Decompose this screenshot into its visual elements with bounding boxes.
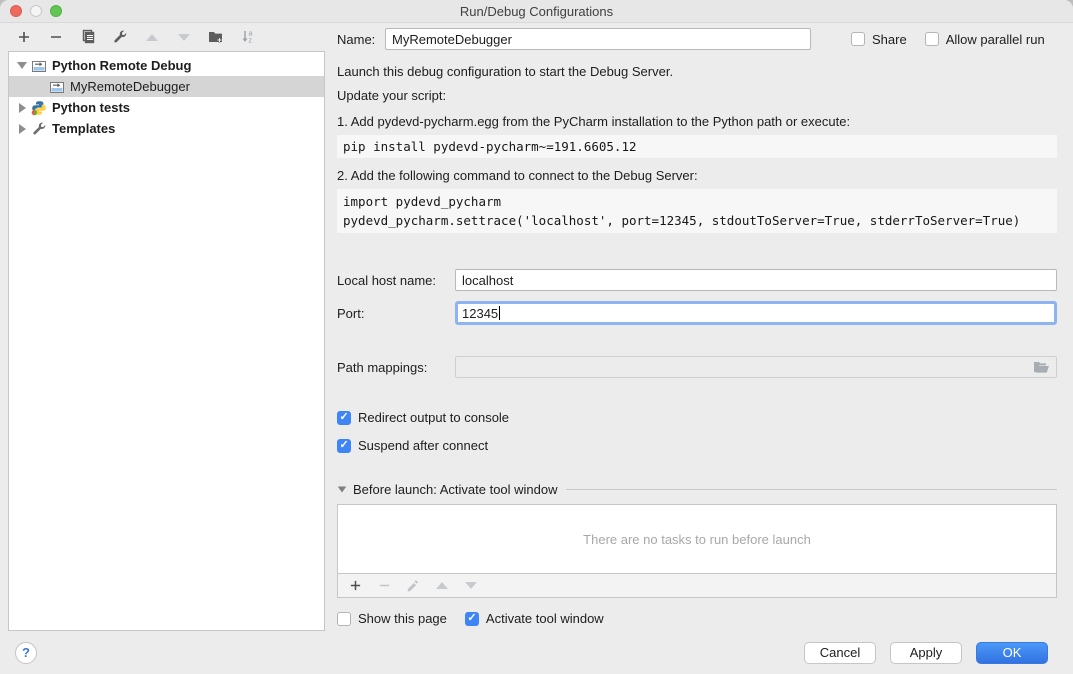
- local-host-row: Local host name: localhost: [337, 269, 1057, 291]
- configuration-editor: Name: MyRemoteDebugger Share Allow paral…: [325, 23, 1073, 631]
- suspend-after-connect-label: Suspend after connect: [358, 438, 488, 453]
- title-bar: Run/Debug Configurations: [0, 0, 1073, 23]
- edit-icon[interactable]: [112, 29, 128, 45]
- tree-item-templates[interactable]: Templates: [9, 118, 324, 139]
- remote-debug-icon: [31, 58, 47, 74]
- move-up-icon: [144, 29, 160, 45]
- sort-alphabetically-icon[interactable]: a z: [240, 29, 256, 45]
- remove-icon: [376, 578, 392, 594]
- path-mappings-label: Path mappings:: [337, 360, 455, 375]
- settrace-code-line1: import pydevd_pycharm: [343, 192, 1051, 211]
- local-host-label: Local host name:: [337, 273, 455, 288]
- port-input[interactable]: 12345: [455, 301, 1057, 325]
- close-button[interactable]: [10, 5, 22, 17]
- remote-debug-icon: [49, 79, 65, 95]
- share-label: Share: [872, 32, 907, 47]
- dialog-body: a z Python Remote Debug: [0, 23, 1073, 631]
- chevron-right-icon[interactable]: [13, 124, 31, 134]
- settrace-code-line2: pydevd_pycharm.settrace('localhost', por…: [343, 211, 1051, 230]
- remove-icon[interactable]: [48, 29, 64, 45]
- step1-text: 1. Add pydevd-pycharm.egg from the PyCha…: [337, 114, 1057, 129]
- pip-install-code: pip install pydevd-pycharm~=191.6605.12: [337, 135, 1057, 158]
- allow-parallel-run-label: Allow parallel run: [946, 32, 1045, 47]
- add-icon[interactable]: [16, 29, 32, 45]
- cancel-button[interactable]: Cancel: [804, 642, 876, 664]
- copy-icon[interactable]: [80, 29, 96, 45]
- tree-item-python-tests[interactable]: Python tests: [9, 97, 324, 118]
- redirect-output-row: Redirect output to console: [337, 410, 1057, 425]
- tree-item-myremotedebugger[interactable]: MyRemoteDebugger: [9, 76, 324, 97]
- zoom-button[interactable]: [50, 5, 62, 17]
- before-launch-title: Before launch: Activate tool window: [353, 482, 558, 497]
- suspend-row: Suspend after connect: [337, 438, 1057, 453]
- collapse-icon[interactable]: [338, 487, 347, 493]
- redirect-output-label: Redirect output to console: [358, 410, 509, 425]
- chevron-down-icon[interactable]: [13, 62, 31, 69]
- show-this-page-label: Show this page: [358, 611, 447, 626]
- port-label: Port:: [337, 306, 455, 321]
- path-mappings-input[interactable]: [455, 356, 1057, 378]
- allow-parallel-run-checkbox[interactable]: [925, 32, 939, 46]
- apply-button[interactable]: Apply: [890, 642, 962, 664]
- dialog-footer: ? Cancel Apply OK: [0, 631, 1073, 674]
- folder-icon[interactable]: [1033, 361, 1050, 374]
- tree-item-label: Python tests: [52, 100, 130, 115]
- before-launch-tasks-panel: There are no tasks to run before launch: [337, 504, 1057, 598]
- suspend-after-connect-checkbox[interactable]: [337, 439, 351, 453]
- empty-tasks-message: There are no tasks to run before launch: [338, 505, 1056, 573]
- run-debug-configurations-dialog: Run/Debug Configurations: [0, 0, 1073, 674]
- intro-text: Launch this debug configuration to start…: [337, 64, 1057, 79]
- chevron-right-icon[interactable]: [13, 103, 31, 113]
- move-down-icon: [463, 578, 479, 594]
- configurations-toolbar: a z: [8, 23, 325, 51]
- activate-tool-window-label: Activate tool window: [486, 611, 604, 626]
- tasks-toolbar: [338, 573, 1056, 597]
- step2-text: 2. Add the following command to connect …: [337, 168, 1057, 183]
- before-launch-header[interactable]: Before launch: Activate tool window: [337, 482, 1057, 497]
- python-tests-icon: [31, 100, 47, 116]
- new-folder-icon[interactable]: [208, 29, 224, 45]
- tree-item-label: Templates: [52, 121, 115, 136]
- share-checkbox[interactable]: [851, 32, 865, 46]
- tree-item-label: Python Remote Debug: [52, 58, 191, 73]
- local-host-input[interactable]: localhost: [455, 269, 1057, 291]
- update-script-text: Update your script:: [337, 88, 1057, 103]
- move-up-icon: [434, 578, 450, 594]
- path-mappings-row: Path mappings:: [337, 356, 1057, 378]
- name-label: Name:: [337, 32, 385, 47]
- wrench-icon: [31, 121, 47, 137]
- help-button[interactable]: ?: [15, 642, 37, 664]
- minimize-button: [30, 5, 42, 17]
- divider: [566, 489, 1057, 490]
- tree-item-python-remote-debug[interactable]: Python Remote Debug: [9, 55, 324, 76]
- svg-text:z: z: [249, 38, 253, 45]
- name-row: Name: MyRemoteDebugger Share Allow paral…: [337, 28, 1057, 50]
- port-row: Port: 12345: [337, 301, 1057, 325]
- show-this-page-checkbox[interactable]: [337, 612, 351, 626]
- page-options-row: Show this page Activate tool window: [337, 611, 1057, 626]
- ok-button[interactable]: OK: [976, 642, 1048, 664]
- configurations-tree: Python Remote Debug MyRemoteDebugger: [8, 51, 325, 631]
- activate-tool-window-checkbox[interactable]: [465, 612, 479, 626]
- add-icon[interactable]: [347, 578, 363, 594]
- question-mark-icon: ?: [22, 645, 30, 660]
- svg-text:a: a: [249, 31, 253, 38]
- move-down-icon: [176, 29, 192, 45]
- edit-icon: [405, 578, 421, 594]
- redirect-output-checkbox[interactable]: [337, 411, 351, 425]
- traffic-lights: [10, 5, 62, 17]
- tree-item-label: MyRemoteDebugger: [70, 79, 190, 94]
- settrace-code-block: import pydevd_pycharm pydevd_pycharm.set…: [337, 189, 1057, 233]
- window-title: Run/Debug Configurations: [0, 4, 1073, 19]
- configurations-sidebar: a z Python Remote Debug: [0, 23, 325, 631]
- name-input[interactable]: MyRemoteDebugger: [385, 28, 811, 50]
- text-caret: [499, 306, 500, 320]
